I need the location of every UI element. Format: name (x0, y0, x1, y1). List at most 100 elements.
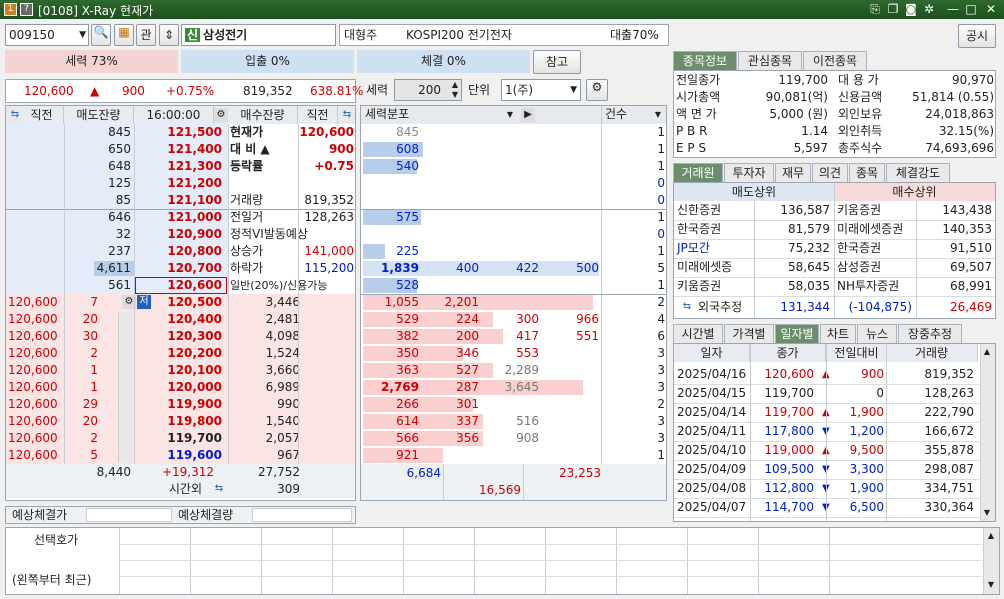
sell-price[interactable]: 120,700 (134, 260, 222, 277)
broker-sell-name[interactable]: 한국증권 (677, 221, 753, 238)
sell-price[interactable]: 120,800 (134, 243, 222, 260)
sell-price[interactable]: 121,000 (134, 209, 222, 226)
sell-price[interactable]: 121,100 (134, 192, 222, 209)
disclosure-button[interactable]: 공시 (958, 24, 996, 48)
sell-price[interactable]: 120,900 (134, 226, 222, 243)
ob-settings-icon[interactable]: ⚙ (214, 108, 228, 122)
copy-icon[interactable]: ❐ (884, 1, 902, 17)
broker-buy-name[interactable]: 키움증권 (837, 202, 917, 219)
dist-buy-a: 1,055 (384, 295, 419, 309)
after-swap-icon[interactable]: ⇆ (212, 482, 226, 496)
foreign-net: (-104,875) (848, 300, 912, 314)
broker-buy-name[interactable]: 한국증권 (837, 240, 917, 257)
camera-icon[interactable]: ◙ (902, 1, 920, 17)
minimize-button[interactable]: — (944, 1, 962, 17)
tab-right_tabs2-5[interactable]: 체결강도 (886, 163, 950, 182)
tab-right_tabs3-5[interactable]: 장중추정 (898, 324, 962, 343)
broker-sell-name[interactable]: 키움증권 (677, 278, 753, 295)
watch-button[interactable]: 관 (136, 24, 156, 46)
swap-right-icon[interactable]: ⇆ (340, 108, 354, 122)
close-button[interactable]: ✕ (982, 1, 1000, 17)
broker-buy-name[interactable]: 삼성증권 (837, 259, 917, 276)
volume-pct: 638.81% (310, 84, 364, 98)
buy-qty: 1,540 (265, 414, 300, 428)
daily-date: 2025/04/08 (677, 481, 747, 495)
search-icon[interactable]: 🔍 (91, 24, 111, 46)
broker-buy-value: 143,438 (942, 203, 992, 217)
dist-buy-a: 529 (396, 312, 419, 326)
daily-change: 1,900 (849, 405, 884, 419)
gear-icon[interactable]: ⚙ (586, 79, 608, 101)
dist-nav-icon[interactable]: ▶ (521, 108, 535, 122)
count-dropdown-icon[interactable]: ▼ (651, 108, 665, 122)
buy-price[interactable]: 119,900 (134, 396, 222, 413)
tab-right_tabs3-2[interactable]: 일자별 (775, 324, 819, 343)
calendar-icon[interactable]: ▦ (114, 24, 134, 46)
unit-select[interactable]: 1(주) ▼ (501, 79, 581, 101)
buy-price[interactable]: 120,400 (134, 311, 222, 328)
sell-qty: 650 (108, 142, 131, 156)
buy-price[interactable]: 119,700 (134, 430, 222, 447)
dist-total-diff: 16,569 (479, 483, 521, 497)
dist-buy-count: 4 (657, 312, 665, 326)
buy-price[interactable]: 120,300 (134, 328, 222, 345)
buy-price[interactable]: 120,100 (134, 362, 222, 379)
daily-volume: 819,352 (924, 367, 974, 381)
dist-sell-a: 528 (396, 278, 419, 292)
info-grid-value1: 90,081(억) (765, 90, 828, 104)
broker-buy-name[interactable]: 미래에셋증권 (837, 221, 917, 238)
buy-price[interactable]: 120,000 (134, 379, 222, 396)
tab-right_tabs1-0[interactable]: 종목정보 (673, 51, 737, 70)
stock-code-input[interactable]: 009150 ▼ (5, 24, 89, 46)
ob-col-line (64, 124, 65, 464)
tab-right_tabs3-1[interactable]: 가격별 (724, 324, 774, 343)
buy-qty: 6,989 (265, 380, 300, 394)
stock-name-field[interactable]: 신 삼성전기 (181, 24, 336, 46)
buy-price[interactable]: 119,600 (134, 447, 222, 464)
info-value: +0.75 (314, 159, 354, 173)
dist-buy-a: 2,769 (381, 380, 419, 394)
tab-right_tabs3-0[interactable]: 시간별 (673, 324, 723, 343)
broker-sell-name[interactable]: 미래에셋증 (677, 259, 753, 276)
buy-count: 1 (90, 363, 98, 377)
info-grid-label1: E P S (676, 141, 707, 155)
daily-close: 119,700 (764, 405, 814, 419)
help-icon[interactable]: ? (20, 3, 33, 16)
scroll-down-icon[interactable]: ▼ (980, 506, 994, 520)
force-amount-input[interactable]: 200 ▲ ▼ (394, 79, 462, 101)
broker-sell-name[interactable]: 신한증권 (677, 202, 753, 219)
buy-price[interactable]: 120,200 (134, 345, 222, 362)
link-icon[interactable]: ⎘ (866, 1, 884, 17)
tab-right_tabs2-0[interactable]: 거래원 (673, 163, 723, 182)
bottom-scroll-down-icon[interactable]: ▼ (984, 578, 998, 592)
dist-dropdown-icon[interactable]: ▼ (503, 108, 517, 122)
sell-price[interactable]: 121,300 (134, 158, 222, 175)
tab-right_tabs2-1[interactable]: 투자자 (724, 163, 774, 182)
tab-right_tabs2-2[interactable]: 재무 (775, 163, 811, 182)
daily-date: 2025/04/14 (677, 405, 747, 419)
foreign-swap-icon[interactable]: ⇆ (680, 300, 694, 314)
quote-col-line (758, 528, 759, 594)
maximize-button[interactable]: □ (962, 1, 980, 17)
tab-right_tabs2-3[interactable]: 의견 (812, 163, 848, 182)
broker-buy-name[interactable]: NH투자증권 (837, 278, 917, 295)
broker-sell-name[interactable]: JP모간 (677, 240, 753, 257)
tab-right_tabs2-4[interactable]: 종목 (849, 163, 885, 182)
sell-price[interactable]: 121,400 (134, 141, 222, 158)
tab-right_tabs3-4[interactable]: 뉴스 (857, 324, 897, 343)
sell-price[interactable]: 121,500 (134, 124, 222, 141)
updown-icon[interactable]: ⇕ (159, 24, 179, 46)
ob-scrollbar[interactable] (118, 312, 132, 462)
tab-right_tabs1-1[interactable]: 관심종목 (738, 51, 802, 70)
bottom-scroll-up-icon[interactable]: ▲ (984, 529, 998, 543)
daily-scrollbar[interactable] (980, 344, 995, 521)
app-icon: 1 (4, 3, 17, 16)
buy-price[interactable]: 119,800 (134, 413, 222, 430)
settings-icon[interactable]: ✲ (920, 1, 938, 17)
sell-price[interactable]: 121,200 (134, 175, 222, 192)
tab-right_tabs3-3[interactable]: 차트 (820, 324, 856, 343)
tab-right_tabs1-2[interactable]: 이전종목 (803, 51, 867, 70)
scroll-up-icon[interactable]: ▲ (980, 345, 994, 359)
buy-left-price: 120,600 (8, 397, 58, 411)
reference-button[interactable]: 참고 (533, 50, 581, 74)
